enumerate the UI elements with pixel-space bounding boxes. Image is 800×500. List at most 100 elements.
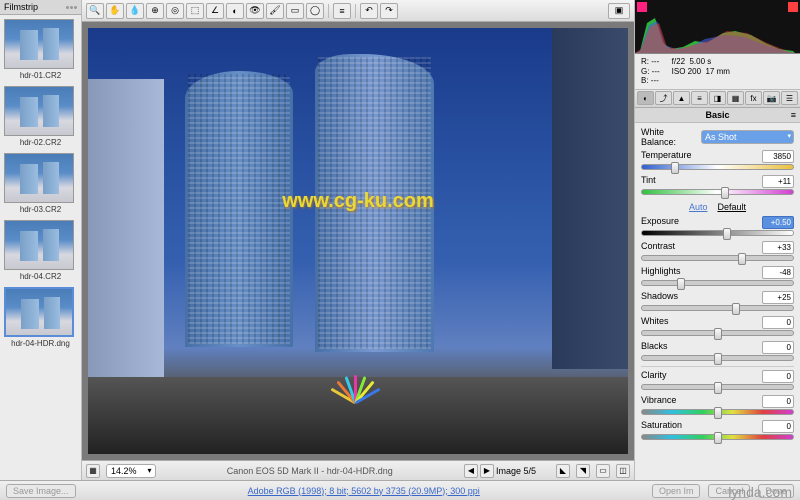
tint-value[interactable]: +11 (762, 175, 794, 188)
blacks-value[interactable]: 0 (762, 341, 794, 354)
g-value: --- (652, 67, 660, 76)
b-value: --- (651, 76, 659, 85)
highlights-value[interactable]: -48 (762, 266, 794, 279)
white-balance-label: White Balance: (641, 127, 697, 147)
redeye-tool[interactable]: 👁 (246, 3, 264, 19)
thumb-image (4, 220, 74, 270)
graduated-filter-tool[interactable]: ▭ (286, 3, 304, 19)
blacks-slider[interactable] (641, 355, 794, 361)
done-button[interactable]: Done (758, 484, 794, 498)
white-balance-select[interactable]: As Shot (701, 130, 794, 144)
spot-removal-tool[interactable]: ◐ (226, 3, 244, 19)
rotate-cw-button[interactable]: ↷ (380, 3, 398, 19)
thumb-image (4, 86, 74, 136)
shadow-clip-button[interactable]: ◣ (556, 464, 570, 478)
crop-tool[interactable]: ⬚ (186, 3, 204, 19)
prev-image-button[interactable]: ◀ (464, 464, 478, 478)
tab-presets[interactable]: ☰ (781, 91, 798, 105)
filmstrip-thumb[interactable]: hdr-04-HDR.dng (4, 287, 77, 348)
shutter-value: 5.00 s (689, 57, 711, 66)
before-after-button[interactable]: ◫ (616, 464, 630, 478)
clarity-slider[interactable] (641, 384, 794, 390)
filmstrip-thumb[interactable]: hdr-04.CR2 (4, 220, 77, 281)
tab-camera[interactable]: 📷 (763, 91, 780, 105)
filmstrip-title: Filmstrip (4, 2, 38, 12)
mark-for-delete-button[interactable]: ▣ (608, 3, 630, 19)
highlights-slider[interactable] (641, 280, 794, 286)
shadows-value[interactable]: +25 (762, 291, 794, 304)
target-adjust-tool[interactable]: ◎ (166, 3, 184, 19)
main-area: 🔍 ✋ 💧 ⊕ ◎ ⬚ ∠ ◐ 👁 🖌 ▭ ◯ ≡ ↶ ↷ ▣ (82, 0, 634, 480)
tab-basic[interactable]: ◐ (637, 91, 654, 105)
iso-value: ISO 200 (672, 67, 701, 76)
saturation-value[interactable]: 0 (762, 420, 794, 433)
focal-value: 17 mm (705, 67, 729, 76)
tab-detail[interactable]: ▲ (673, 91, 690, 105)
shadow-clip-warning-icon[interactable] (637, 2, 647, 12)
highlight-clip-warning-icon[interactable] (788, 2, 798, 12)
clarity-value[interactable]: 0 (762, 370, 794, 383)
tint-slider[interactable] (641, 189, 794, 195)
open-image-button[interactable]: Open Im (652, 484, 701, 498)
hand-tool[interactable]: ✋ (106, 3, 124, 19)
vibrance-slider[interactable] (641, 409, 794, 415)
radial-filter-tool[interactable]: ◯ (306, 3, 324, 19)
saturation-label: Saturation (641, 420, 682, 433)
filmstrip-panel: Filmstrip hdr-01.CR2hdr-02.CR2 hdr-03.CR2… (0, 0, 82, 480)
exposure-label: Exposure (641, 216, 679, 229)
zoom-select[interactable]: 14.2% (106, 464, 156, 478)
whites-value[interactable]: 0 (762, 316, 794, 329)
rotate-ccw-button[interactable]: ↶ (360, 3, 378, 19)
contrast-slider[interactable] (641, 255, 794, 261)
whites-label: Whites (641, 316, 669, 329)
filmstrip-menu-icon[interactable] (66, 6, 77, 9)
exposure-value[interactable]: +0.50 (762, 216, 794, 229)
vibrance-value[interactable]: 0 (762, 395, 794, 408)
histogram[interactable] (635, 0, 800, 54)
color-sampler-tool[interactable]: ⊕ (146, 3, 164, 19)
temperature-slider[interactable] (641, 164, 794, 170)
filmstrip-thumb[interactable]: hdr-02.CR2 (4, 86, 77, 147)
temperature-label: Temperature (641, 150, 692, 163)
adjustment-brush-tool[interactable]: 🖌 (266, 3, 284, 19)
cancel-button[interactable]: Cancel (708, 484, 750, 498)
exposure-slider[interactable] (641, 230, 794, 236)
straighten-tool[interactable]: ∠ (206, 3, 224, 19)
saturation-slider[interactable] (641, 434, 794, 440)
filmstrip-header: Filmstrip (0, 0, 81, 15)
workflow-options-link[interactable]: Adobe RGB (1998); 8 bit; 5602 by 3735 (2… (84, 486, 644, 496)
filmstrip-thumb[interactable]: hdr-01.CR2 (4, 19, 77, 80)
preview-button[interactable]: ▭ (596, 464, 610, 478)
zoom-tool[interactable]: 🔍 (86, 3, 104, 19)
save-image-button[interactable]: Save Image... (6, 484, 76, 498)
white-balance-tool[interactable]: 💧 (126, 3, 144, 19)
tab-lens[interactable]: ▦ (727, 91, 744, 105)
image-canvas[interactable]: www.cg-ku.com (88, 28, 628, 454)
highlight-clip-button[interactable]: ◥ (576, 464, 590, 478)
tab-fx[interactable]: fx (745, 91, 762, 105)
grid-view-button[interactable]: ▦ (86, 464, 100, 478)
shadows-slider[interactable] (641, 305, 794, 311)
auto-button[interactable]: Auto (689, 202, 708, 212)
panel-tabs: ◐ ⤴ ▲ ≡ ◨ ▦ fx 📷 ☰ (635, 90, 800, 108)
next-image-button[interactable]: ▶ (480, 464, 494, 478)
thumb-image (4, 153, 74, 203)
canvas-area: www.cg-ku.com (82, 22, 634, 460)
tab-hsl[interactable]: ≡ (691, 91, 708, 105)
filmstrip-thumb[interactable]: hdr-03.CR2 (4, 153, 77, 214)
temperature-value[interactable]: 3850 (762, 150, 794, 163)
default-button[interactable]: Default (717, 202, 746, 212)
r-value: --- (651, 57, 659, 66)
contrast-value[interactable]: +33 (762, 241, 794, 254)
whites-slider[interactable] (641, 330, 794, 336)
toolbar: 🔍 ✋ 💧 ⊕ ◎ ⬚ ∠ ◐ 👁 🖌 ▭ ◯ ≡ ↶ ↷ ▣ (82, 0, 634, 22)
tab-split[interactable]: ◨ (709, 91, 726, 105)
highlights-label: Highlights (641, 266, 681, 279)
shadows-label: Shadows (641, 291, 678, 304)
thumb-label: hdr-03.CR2 (4, 205, 77, 214)
contrast-label: Contrast (641, 241, 675, 254)
status-bar: ▦ 14.2% Canon EOS 5D Mark II - hdr-04-HD… (82, 460, 634, 480)
thumb-image (4, 287, 74, 337)
tab-curve[interactable]: ⤴ (655, 91, 672, 105)
preferences-button[interactable]: ≡ (333, 3, 351, 19)
